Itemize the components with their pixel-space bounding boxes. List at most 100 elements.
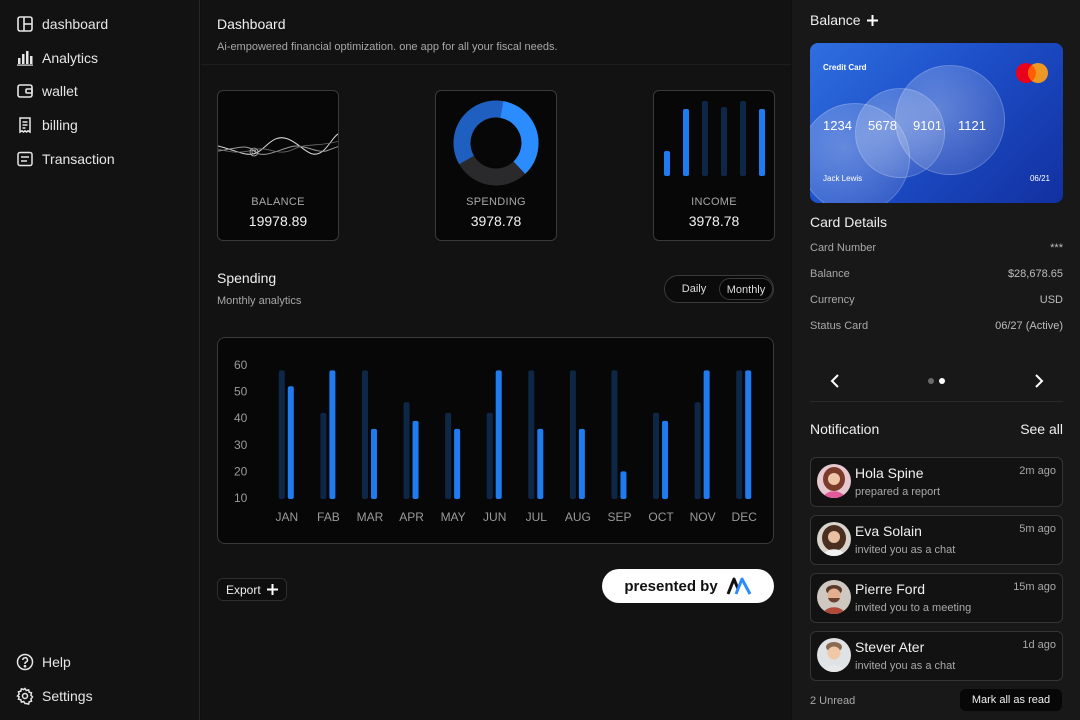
see-all-link[interactable]: See all: [1020, 421, 1063, 437]
x-tick-label: JAN: [275, 510, 298, 524]
notification-time: 1d ago: [1022, 639, 1056, 651]
bar-dec-series-2[interactable]: [745, 370, 752, 499]
x-tick-label: FAB: [317, 510, 340, 524]
bar-sep-series-1[interactable]: [611, 370, 618, 499]
stat-value: 3978.78: [688, 213, 740, 229]
presented-by-badge[interactable]: presented by: [602, 569, 774, 603]
notification-name: Stever Ater: [855, 639, 925, 655]
y-tick-label: 30: [234, 438, 248, 452]
bar-sep-series-2[interactable]: [620, 471, 627, 499]
bar-mar-series-1[interactable]: [361, 370, 368, 499]
main-content: Dashboard Ai-empowered financial optimiz…: [201, 0, 791, 720]
bar-apr-series-2[interactable]: [412, 420, 419, 499]
notification-message: prepared a report: [855, 486, 940, 498]
balance-wave-graphic: [218, 133, 338, 157]
income-bars-graphic: [664, 101, 765, 176]
sidebar-item-billing[interactable]: billing: [16, 114, 78, 136]
gear-icon: [16, 687, 34, 705]
stat-label: SPENDING: [466, 196, 526, 208]
mark-all-read-button[interactable]: Mark all as read: [960, 689, 1062, 711]
unread-count: 2 Unread: [810, 695, 856, 707]
chart-svg: 60 50 40 30 20 10 JAN FAB MAR APR MAY JUN JUL AUG SEP O…: [234, 358, 758, 524]
x-tick-label: MAR: [357, 510, 384, 524]
bar-nov-series-1[interactable]: [694, 402, 701, 499]
card-pager: [810, 371, 1063, 391]
sidebar-item-dashboard[interactable]: dashboard: [16, 13, 108, 35]
pager-dot-active[interactable]: [939, 378, 945, 384]
x-tick-label: JUL: [526, 510, 548, 524]
plus-icon: [266, 584, 278, 595]
balance-title: Balance: [810, 12, 861, 28]
credit-card[interactable]: Credit Card 1234 5678 9101 1121 Jack Lew…: [810, 43, 1063, 203]
spending-donut-chart: [453, 100, 539, 186]
receipt-icon: [19, 117, 31, 134]
balance-stat-card[interactable]: BALANCE 19978.89: [217, 90, 339, 241]
card-number-group: 1234: [823, 118, 852, 133]
detail-key: Currency: [810, 294, 855, 306]
bar-fab-series-1[interactable]: [320, 412, 327, 499]
stat-value: 3978.78: [470, 213, 522, 229]
wallet-icon: [17, 84, 33, 98]
bar-jan-series-2[interactable]: [287, 386, 294, 499]
bar-oct-series-1[interactable]: [653, 412, 660, 499]
spending-stat-card[interactable]: SPENDING 3978.78: [435, 90, 557, 241]
sidebar-item-help[interactable]: Help: [16, 651, 71, 673]
monthly-toggle-option[interactable]: Monthly: [719, 278, 773, 300]
export-button[interactable]: Export: [217, 578, 287, 601]
detail-value: 06/27 (Active): [995, 320, 1063, 332]
bar-jan-series-1[interactable]: [278, 370, 285, 499]
bar-dec-series-1[interactable]: [736, 370, 743, 499]
sidebar: dashboard Analytics wallet billing Trans…: [0, 0, 200, 720]
sidebar-item-label: wallet: [42, 83, 78, 99]
chevron-right-icon[interactable]: [1028, 371, 1048, 391]
y-tick-label: 50: [234, 385, 248, 399]
help-icon: [16, 653, 34, 671]
daily-toggle-option[interactable]: Daily: [668, 278, 720, 300]
bar-aug-series-2[interactable]: [578, 428, 585, 499]
notification-name: Pierre Ford: [855, 581, 926, 597]
card-number-group: 5678: [868, 118, 897, 133]
balance-panel: Balance Credit Card 1234 5678 9101 1121 …: [792, 0, 1080, 720]
page-subtitle: Ai-empowered financial optimization. one…: [217, 41, 558, 53]
bar-may-series-2[interactable]: [454, 428, 461, 499]
bar-jul-series-1[interactable]: [528, 370, 535, 499]
bar-may-series-1[interactable]: [445, 412, 452, 499]
brand-logo-icon: [726, 577, 752, 595]
bar-mar-series-2[interactable]: [370, 428, 377, 499]
presented-by-label: presented by: [624, 577, 718, 595]
notification-item[interactable]: Pierre Ford invited you to a meeting 15m…: [810, 573, 1063, 623]
notification-title: Notification: [810, 421, 880, 437]
x-tick-label: DEC: [732, 510, 758, 524]
detail-row-balance: Balance $28,678.65: [810, 268, 1063, 284]
sidebar-item-label: Analytics: [42, 50, 99, 66]
bar-nov-series-2[interactable]: [703, 370, 710, 499]
x-tick-label: OCT: [648, 510, 674, 524]
income-stat-card[interactable]: INCOME 3978.78: [653, 90, 775, 241]
bar-apr-series-1[interactable]: [403, 402, 410, 499]
bar-oct-series-2[interactable]: [662, 420, 669, 499]
notification-name: Eva Solain: [855, 523, 922, 539]
detail-key: Status Card: [810, 320, 869, 332]
spending-title: Spending: [217, 270, 277, 286]
chevron-left-icon[interactable]: [826, 371, 846, 391]
spending-bar-chart: 60 50 40 30 20 10 JAN FAB MAR APR MAY JUN JUL AUG SEP O…: [217, 337, 774, 544]
sidebar-item-analytics[interactable]: Analytics: [16, 47, 98, 69]
sidebar-item-settings[interactable]: Settings: [16, 685, 93, 707]
notification-item[interactable]: Hola Spine prepared a report 2m ago: [810, 457, 1063, 507]
page-title: Dashboard: [217, 16, 286, 32]
pager-dot[interactable]: [928, 378, 934, 384]
notification-item[interactable]: Eva Solain invited you as a chat 5m ago: [810, 515, 1063, 565]
sidebar-item-label: Help: [42, 654, 71, 670]
sidebar-item-wallet[interactable]: wallet: [16, 80, 78, 102]
bar-jun-series-1[interactable]: [486, 412, 493, 499]
bar-jul-series-2[interactable]: [537, 428, 544, 499]
sidebar-item-transaction[interactable]: Transaction: [16, 148, 115, 170]
add-card-plus-icon[interactable]: [866, 14, 878, 26]
detail-value: ***: [1050, 242, 1063, 254]
bar-jun-series-2[interactable]: [495, 370, 502, 499]
bar-fab-series-2[interactable]: [329, 370, 336, 499]
mastercard-logo-icon: [1016, 63, 1048, 83]
notification-item[interactable]: Stever Ater invited you as a chat 1d ago: [810, 631, 1063, 681]
bar-aug-series-1[interactable]: [569, 370, 576, 499]
x-tick-label: APR: [399, 510, 424, 524]
